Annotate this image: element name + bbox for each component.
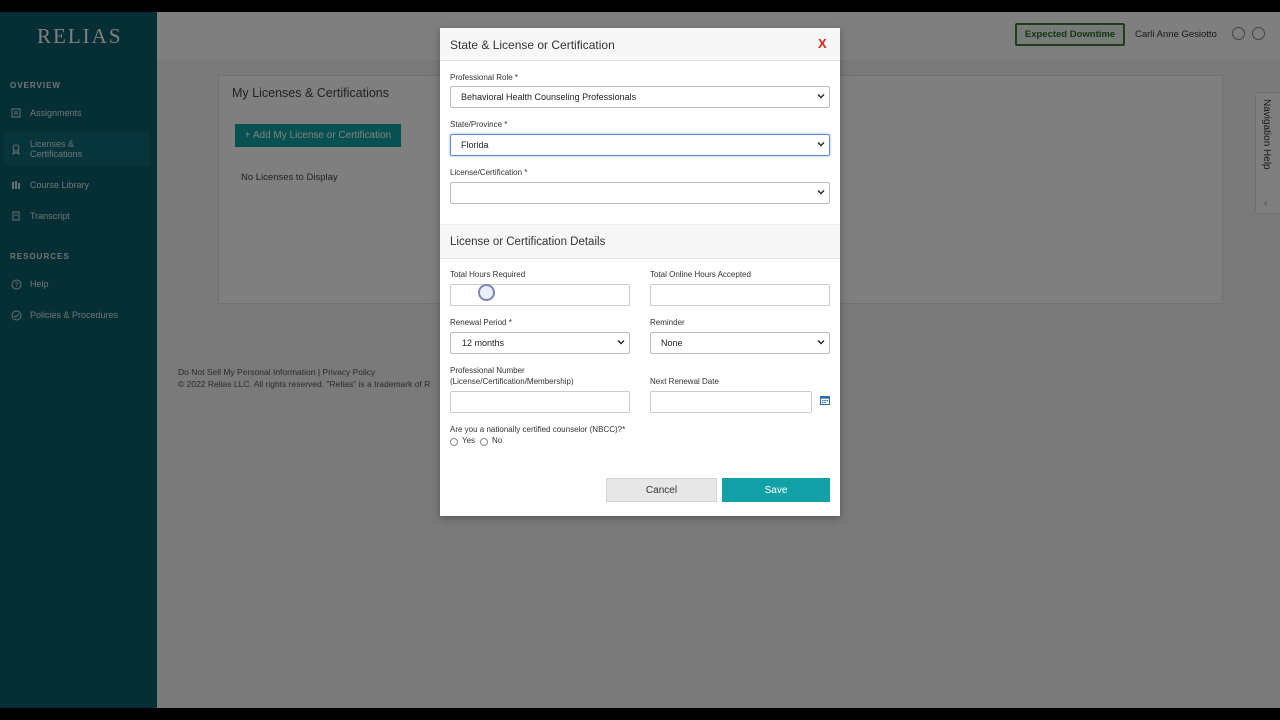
professional-number-input[interactable] <box>450 391 630 413</box>
cancel-button[interactable]: Cancel <box>606 478 717 502</box>
renewal-period-label: Renewal Period * <box>450 318 512 327</box>
chevron-down-icon <box>817 340 825 345</box>
next-renewal-label: Next Renewal Date <box>650 377 719 386</box>
details-section-header: License or Certification Details <box>440 224 840 259</box>
chevron-down-icon <box>817 142 825 147</box>
license-select[interactable] <box>450 182 830 204</box>
online-hours-input[interactable] <box>650 284 830 306</box>
reminder-select[interactable]: None <box>650 332 830 354</box>
nbcc-no-radio[interactable] <box>480 438 488 446</box>
details-title: License or Certification Details <box>450 236 606 248</box>
chevron-down-icon <box>817 94 825 99</box>
professional-role-label: Professional Role * <box>450 73 519 82</box>
modal-header: State & License or Certification X <box>440 28 840 61</box>
close-button[interactable]: X <box>818 36 827 51</box>
save-button[interactable]: Save <box>722 478 830 502</box>
total-hours-input[interactable] <box>450 284 630 306</box>
next-renewal-date-input[interactable] <box>650 391 812 413</box>
state-select[interactable]: Florida <box>450 134 830 156</box>
nbcc-question: Are you a nationally certified counselor… <box>450 425 626 434</box>
app-window: RELIAS OVERVIEW Assignments Licenses & C… <box>0 12 1280 708</box>
renewal-period-value: 12 months <box>462 338 505 348</box>
state-label: State/Province * <box>450 120 508 129</box>
reminder-label: Reminder <box>650 318 685 327</box>
professional-number-label: Professional Number (License/Certificati… <box>450 365 574 387</box>
reminder-value: None <box>661 338 683 348</box>
total-hours-label: Total Hours Required <box>450 270 526 279</box>
professional-role-select[interactable]: Behavioral Health Counseling Professiona… <box>450 86 830 108</box>
professional-number-label-line1: Professional Number <box>450 366 525 375</box>
license-label: License/Certification * <box>450 168 528 177</box>
professional-role-value: Behavioral Health Counseling Professiona… <box>461 92 637 102</box>
professional-number-label-line2: (License/Certification/Membership) <box>450 377 574 386</box>
nbcc-yes-radio[interactable] <box>450 438 458 446</box>
nbcc-no-label[interactable]: No <box>492 436 502 445</box>
calendar-icon[interactable] <box>820 395 830 405</box>
chevron-down-icon <box>617 340 625 345</box>
renewal-period-select[interactable]: 12 months <box>450 332 630 354</box>
chevron-down-icon <box>817 190 825 195</box>
license-modal: State & License or Certification X Profe… <box>440 28 840 516</box>
modal-title: State & License or Certification <box>450 38 615 52</box>
online-hours-label: Total Online Hours Accepted <box>650 270 751 279</box>
mouse-cursor-indicator <box>478 284 495 301</box>
state-value: Florida <box>461 140 489 150</box>
nbcc-yes-label[interactable]: Yes <box>462 436 475 445</box>
